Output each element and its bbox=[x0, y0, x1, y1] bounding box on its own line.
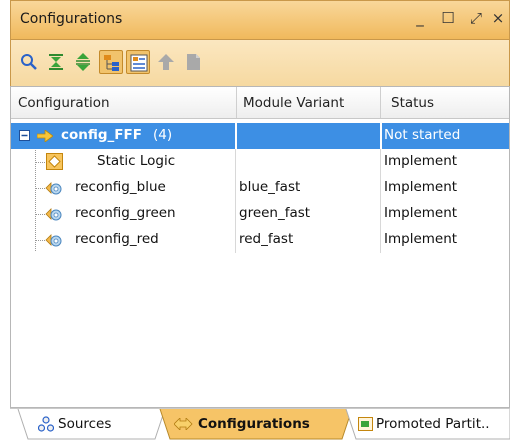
column-header-status[interactable]: Status bbox=[391, 95, 434, 111]
module-variant: red_fast bbox=[239, 231, 294, 247]
table-row[interactable]: config_FFF (4) Not started bbox=[11, 123, 509, 149]
column-divider[interactable] bbox=[236, 87, 237, 118]
cell-divider bbox=[380, 175, 381, 201]
cell-divider bbox=[380, 123, 382, 149]
cell-divider bbox=[235, 201, 236, 227]
status-text: Not started bbox=[384, 127, 461, 143]
column-header-configuration[interactable]: Configuration bbox=[18, 95, 110, 111]
bottom-tab-bar: Sources Configurations Promoted Partit.. bbox=[10, 408, 510, 443]
configurations-window: Configurations _ ☐ ⤢ × Configuration Mod… bbox=[10, 0, 510, 443]
status-text: Implement bbox=[384, 205, 458, 221]
search-button[interactable] bbox=[17, 50, 41, 74]
flat-view-button[interactable] bbox=[126, 50, 150, 74]
arrow-right-icon bbox=[37, 130, 53, 142]
promote-button[interactable] bbox=[154, 50, 178, 74]
cell-divider bbox=[380, 149, 381, 175]
reconfig-module-icon bbox=[45, 208, 62, 221]
reconfig-module-icon bbox=[45, 182, 62, 195]
table-row[interactable]: reconfig_blue blue_fast Implement bbox=[11, 175, 509, 201]
minimize-button[interactable]: _ bbox=[409, 9, 431, 27]
sources-icon bbox=[38, 416, 54, 432]
document-icon bbox=[187, 54, 200, 70]
tab-label: Sources bbox=[58, 416, 112, 432]
status-text: Implement bbox=[384, 179, 458, 195]
toolbar bbox=[10, 40, 510, 86]
tab-label: Promoted Partit.. bbox=[376, 416, 490, 432]
close-button[interactable]: × bbox=[487, 9, 509, 27]
collapse-all-icon bbox=[49, 54, 63, 70]
reconfig-module-icon bbox=[45, 234, 62, 247]
collapse-toggle-icon[interactable] bbox=[19, 130, 30, 141]
promote-icon bbox=[158, 54, 174, 70]
cell-divider bbox=[380, 227, 381, 253]
maximize-button[interactable]: ☐ bbox=[437, 9, 459, 27]
search-icon bbox=[21, 54, 37, 70]
configurations-icon bbox=[174, 418, 193, 430]
tab-promoted-partitions[interactable]: Promoted Partit.. bbox=[356, 409, 510, 439]
cell-divider bbox=[235, 175, 236, 201]
cell-divider bbox=[380, 201, 381, 227]
column-divider[interactable] bbox=[380, 87, 381, 118]
tab-label: Configurations bbox=[198, 416, 310, 432]
module-variant: green_fast bbox=[239, 205, 311, 221]
tab-configurations[interactable]: Configurations bbox=[170, 409, 342, 439]
tab-sources[interactable]: Sources bbox=[28, 409, 155, 439]
configuration-name: reconfig_red bbox=[75, 231, 159, 247]
configuration-name: Static Logic bbox=[97, 153, 176, 169]
status-text: Implement bbox=[384, 153, 458, 169]
hierarchy-view-icon bbox=[104, 55, 119, 71]
status-text: Implement bbox=[384, 231, 458, 247]
expand-all-icon bbox=[76, 53, 90, 71]
configurations-table: Configuration Module Variant Status conf… bbox=[10, 86, 510, 408]
document-button[interactable] bbox=[181, 50, 205, 74]
expand-all-button[interactable] bbox=[71, 50, 95, 74]
column-header-module-variant[interactable]: Module Variant bbox=[243, 95, 344, 111]
configuration-count: (4) bbox=[153, 127, 173, 143]
title-bar: Configurations _ ☐ ⤢ × bbox=[10, 0, 510, 40]
hierarchy-view-button[interactable] bbox=[99, 50, 123, 74]
collapse-all-button[interactable] bbox=[44, 50, 68, 74]
table-row[interactable]: reconfig_red red_fast Implement bbox=[11, 227, 509, 253]
flat-view-icon bbox=[130, 54, 148, 72]
table-row[interactable]: reconfig_green green_fast Implement bbox=[11, 201, 509, 227]
float-button[interactable]: ⤢ bbox=[465, 9, 487, 27]
configuration-name: reconfig_green bbox=[75, 205, 176, 221]
promoted-partitions-icon bbox=[358, 417, 373, 431]
cell-divider bbox=[235, 123, 237, 149]
window-title: Configurations bbox=[20, 11, 123, 27]
module-variant: blue_fast bbox=[239, 179, 301, 195]
table-header: Configuration Module Variant Status bbox=[11, 87, 509, 119]
table-row[interactable]: Static Logic Implement bbox=[11, 149, 509, 175]
configuration-name: config_FFF bbox=[61, 127, 142, 143]
cell-divider bbox=[235, 227, 236, 253]
static-logic-icon bbox=[46, 153, 63, 170]
configuration-name: reconfig_blue bbox=[75, 179, 166, 195]
cell-divider bbox=[235, 149, 236, 175]
